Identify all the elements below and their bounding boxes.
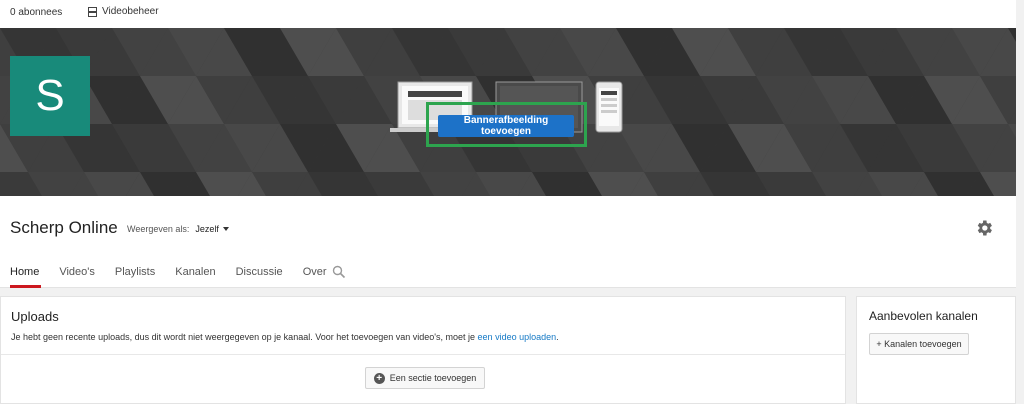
plus-circle-icon: + [373,372,385,384]
channel-header: Scherp Online Weergeven als: Jezelf Home… [0,196,1016,288]
view-as-value: Jezelf [195,224,219,234]
uploads-section: Uploads Je hebt geen recente uploads, du… [0,296,846,404]
channel-banner: S Bannerafbeelding toevoegen [0,28,1016,196]
uploads-title: Uploads [11,309,59,324]
top-bar: 0 abonnees Videobeheer [0,0,1016,28]
video-manager-label: Videobeheer [102,6,159,17]
tab-about[interactable]: Over [303,266,327,288]
tab-home[interactable]: Home [10,266,42,288]
add-section-label: Een sectie toevoegen [389,373,477,383]
video-manager-link[interactable]: Videobeheer [88,6,159,17]
gear-icon[interactable] [974,218,994,238]
tab-discussion[interactable]: Discussie [236,266,283,288]
search-icon[interactable] [332,265,346,279]
uploads-message: Je hebt geen recente uploads, dus dit wo… [11,332,559,342]
subscriber-count: 0 abonnees [10,7,63,18]
phone-icon [595,81,623,133]
channel-tabs: Home Video's Playlists Kanalen Discussie… [10,266,347,288]
channel-avatar[interactable]: S [10,56,90,136]
view-as-dropdown[interactable]: Jezelf [195,224,229,234]
tab-videos[interactable]: Video's [59,266,95,288]
chevron-down-icon [222,227,229,231]
tab-playlists[interactable]: Playlists [115,266,155,288]
recommended-channels-panel: Aanbevolen kanalen + Kanalen toevoegen [856,296,1016,404]
add-banner-button[interactable]: Bannerafbeelding toevoegen [438,115,574,137]
video-manager-icon [88,6,97,17]
view-as-label: Weergeven als: [127,224,190,234]
avatar-letter: S [35,71,65,120]
divider [1,354,845,355]
channel-title: Scherp Online [10,218,118,237]
upload-video-link[interactable]: een video uploaden [478,332,557,342]
view-as-control: Weergeven als: Jezelf [127,224,229,234]
recommended-title: Aanbevolen kanalen [869,309,978,323]
tab-channels[interactable]: Kanalen [175,266,215,288]
uploads-message-text: Je hebt geen recente uploads, dus dit wo… [11,332,478,342]
add-section-button[interactable]: + Een sectie toevoegen [365,367,485,389]
uploads-message-end: . [556,332,559,342]
add-channels-button[interactable]: + Kanalen toevoegen [869,333,969,355]
